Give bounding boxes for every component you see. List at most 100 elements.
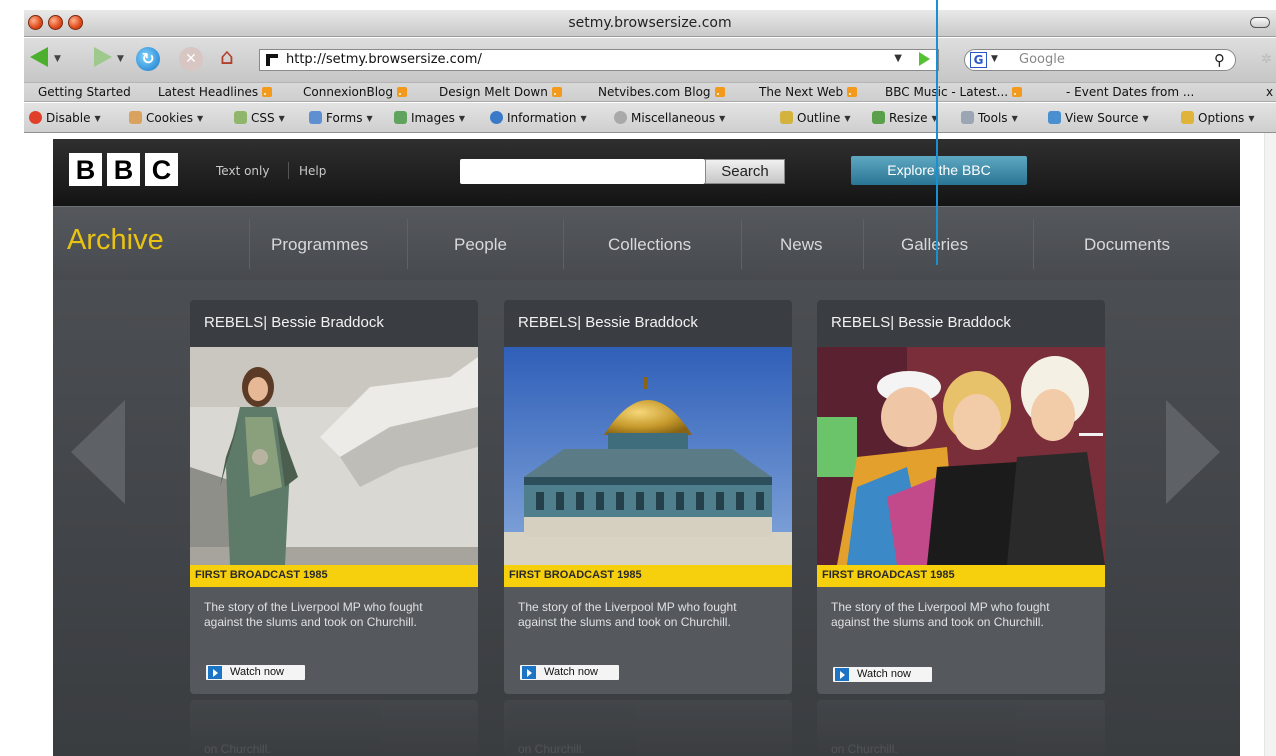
carousel-next-arrow-icon[interactable] bbox=[1166, 400, 1220, 504]
nav-programmes[interactable]: Programmes bbox=[271, 235, 368, 255]
devbar-view-source[interactable]: View Source ▼ bbox=[1048, 111, 1149, 125]
card-title[interactable]: REBELS| Bessie Braddock bbox=[518, 314, 698, 331]
reflection-text: on Churchill. bbox=[204, 742, 271, 756]
bbc-search-button[interactable]: Search bbox=[705, 159, 785, 184]
card-header: REBELS| Bessie Braddock bbox=[190, 300, 478, 347]
carousel-prev-arrow-icon[interactable] bbox=[71, 400, 125, 504]
first-broadcast-label: FIRST BROADCAST 1985 bbox=[509, 569, 642, 581]
url-history-dropdown-icon[interactable]: ▼ bbox=[894, 53, 902, 64]
search-magnifier-icon[interactable]: ⚲ bbox=[1214, 51, 1225, 69]
bbc-search-input[interactable] bbox=[460, 159, 705, 184]
window-title: setmy.browsersize.com bbox=[568, 15, 732, 31]
card-header: REBELS| Bessie Braddock bbox=[817, 300, 1105, 347]
size-guide-pointer-line bbox=[936, 0, 938, 265]
devbar-disable[interactable]: Disable ▼ bbox=[29, 111, 101, 125]
devbar-options[interactable]: Options ▼ bbox=[1181, 111, 1254, 125]
programme-card[interactable]: REBELS| Bessie Braddock FIRST BROADCAST … bbox=[817, 300, 1105, 694]
card-title[interactable]: REBELS| Bessie Braddock bbox=[204, 314, 384, 331]
search-field[interactable]: G ▼ Google ⚲ bbox=[964, 49, 1236, 71]
nav-divider bbox=[563, 219, 564, 269]
nav-documents[interactable]: Documents bbox=[1084, 235, 1170, 255]
forward-history-dropdown-icon[interactable]: ▼ bbox=[117, 54, 124, 64]
watch-now-button[interactable]: Watch now bbox=[833, 667, 932, 682]
reload-button[interactable]: ↻ bbox=[136, 47, 160, 71]
watch-now-label: Watch now bbox=[230, 666, 285, 678]
outline-icon bbox=[780, 111, 793, 124]
bookmark-latest-headlines[interactable]: Latest Headlines bbox=[158, 85, 273, 99]
bookmarks-close-icon[interactable]: x bbox=[1266, 85, 1273, 99]
devbar-cookies[interactable]: Cookies ▼ bbox=[129, 111, 203, 125]
help-link[interactable]: Help bbox=[299, 164, 326, 178]
watch-now-button[interactable]: Watch now bbox=[520, 665, 619, 680]
nav-divider bbox=[249, 219, 250, 269]
navigation-toolbar: ▼ ▼ ↻ ✕ ⌂ http://setmy.browsersize.com/ … bbox=[24, 38, 1276, 82]
devbar-information[interactable]: Information ▼ bbox=[490, 111, 587, 125]
vertical-scrollbar[interactable] bbox=[1264, 133, 1276, 756]
bookmark-design-melt-down[interactable]: Design Melt Down bbox=[439, 85, 562, 99]
play-icon bbox=[522, 666, 536, 679]
engine-dropdown-icon[interactable]: ▼ bbox=[991, 54, 998, 64]
devbar-css[interactable]: CSS ▼ bbox=[234, 111, 285, 125]
card-description: The story of the Liverpool MP who fought… bbox=[831, 600, 1050, 629]
devbar-forms[interactable]: Forms ▼ bbox=[309, 111, 373, 125]
card-photo-woman-in-dress[interactable] bbox=[190, 347, 478, 565]
devbar-tools[interactable]: Tools ▼ bbox=[961, 111, 1018, 125]
devbar-outline[interactable]: Outline ▼ bbox=[780, 111, 851, 125]
chevron-down-icon: ▼ bbox=[196, 114, 204, 123]
back-button[interactable] bbox=[30, 47, 48, 67]
bbc-logo-letter: B bbox=[69, 153, 102, 186]
bookmark-bbc-music[interactable]: BBC Music - Latest... bbox=[885, 85, 1023, 99]
chevron-down-icon: ▼ bbox=[1011, 114, 1018, 123]
options-icon bbox=[1181, 111, 1194, 124]
watch-now-label: Watch now bbox=[544, 666, 599, 678]
toolbar-toggle-button[interactable] bbox=[1250, 17, 1270, 28]
rss-feed-icon bbox=[847, 87, 858, 97]
back-history-dropdown-icon[interactable]: ▼ bbox=[54, 54, 61, 64]
watch-now-label: Watch now bbox=[857, 668, 912, 680]
go-button[interactable] bbox=[919, 52, 930, 66]
card-photo-dome-of-the-rock[interactable] bbox=[504, 347, 792, 565]
rss-feed-icon bbox=[397, 87, 408, 97]
rss-feed-icon bbox=[714, 87, 725, 97]
devbar-resize[interactable]: Resize ▼ bbox=[872, 111, 938, 125]
tools-icon bbox=[961, 111, 974, 124]
bookmark-connexionblog[interactable]: ConnexionBlog bbox=[303, 85, 408, 99]
nav-divider bbox=[407, 219, 408, 269]
nav-galleries[interactable]: Galleries bbox=[901, 235, 968, 255]
watch-now-button[interactable]: Watch now bbox=[206, 665, 305, 680]
card-reflection: on Churchill. bbox=[817, 700, 1105, 756]
url-field[interactable]: http://setmy.browsersize.com/ ▼ bbox=[259, 49, 939, 71]
card-title[interactable]: REBELS| Bessie Braddock bbox=[831, 314, 1011, 331]
programme-card[interactable]: REBELS| Bessie Braddock FIRST BROADCAST … bbox=[190, 300, 478, 694]
programme-card[interactable]: REBELS| Bessie Braddock FIRST BROADCAST … bbox=[504, 300, 792, 694]
nav-news[interactable]: News bbox=[780, 235, 823, 255]
nav-divider bbox=[1033, 219, 1034, 269]
nav-people[interactable]: People bbox=[454, 235, 507, 255]
first-broadcast-label: FIRST BROADCAST 1985 bbox=[822, 569, 955, 581]
card-description: The story of the Liverpool MP who fought… bbox=[204, 600, 423, 629]
chevron-down-icon: ▼ bbox=[1142, 114, 1149, 123]
rss-feed-icon bbox=[262, 87, 273, 97]
devbar-images[interactable]: Images ▼ bbox=[394, 111, 465, 125]
text-only-link[interactable]: Text only bbox=[216, 164, 269, 178]
forward-button[interactable] bbox=[94, 47, 112, 67]
bookmark-netvibes-blog[interactable]: Netvibes.com Blog bbox=[598, 85, 725, 99]
bookmarks-toolbar: Getting Started Latest Headlines Connexi… bbox=[24, 82, 1276, 102]
bbc-logo-letter: B bbox=[107, 153, 140, 186]
explore-bbc-button[interactable]: Explore the BBC bbox=[851, 156, 1027, 185]
home-button[interactable]: ⌂ bbox=[220, 46, 234, 70]
css-icon bbox=[234, 111, 247, 124]
archive-title[interactable]: Archive bbox=[67, 224, 164, 257]
google-engine-icon[interactable]: G bbox=[970, 52, 987, 68]
bookmark-the-next-web[interactable]: The Next Web bbox=[759, 85, 858, 99]
window-titlebar: setmy.browsersize.com bbox=[24, 10, 1276, 37]
nav-collections[interactable]: Collections bbox=[608, 235, 691, 255]
card-description: The story of the Liverpool MP who fought… bbox=[518, 600, 737, 629]
bookmark-event-dates[interactable]: - Event Dates from ... bbox=[1066, 85, 1194, 99]
card-photo-three-women[interactable] bbox=[817, 347, 1105, 565]
stop-button[interactable]: ✕ bbox=[179, 47, 203, 71]
bookmark-getting-started[interactable]: Getting Started bbox=[38, 85, 131, 99]
chevron-down-icon: ▼ bbox=[580, 114, 587, 123]
nav-divider bbox=[741, 219, 742, 269]
devbar-miscellaneous[interactable]: Miscellaneous ▼ bbox=[614, 111, 725, 125]
